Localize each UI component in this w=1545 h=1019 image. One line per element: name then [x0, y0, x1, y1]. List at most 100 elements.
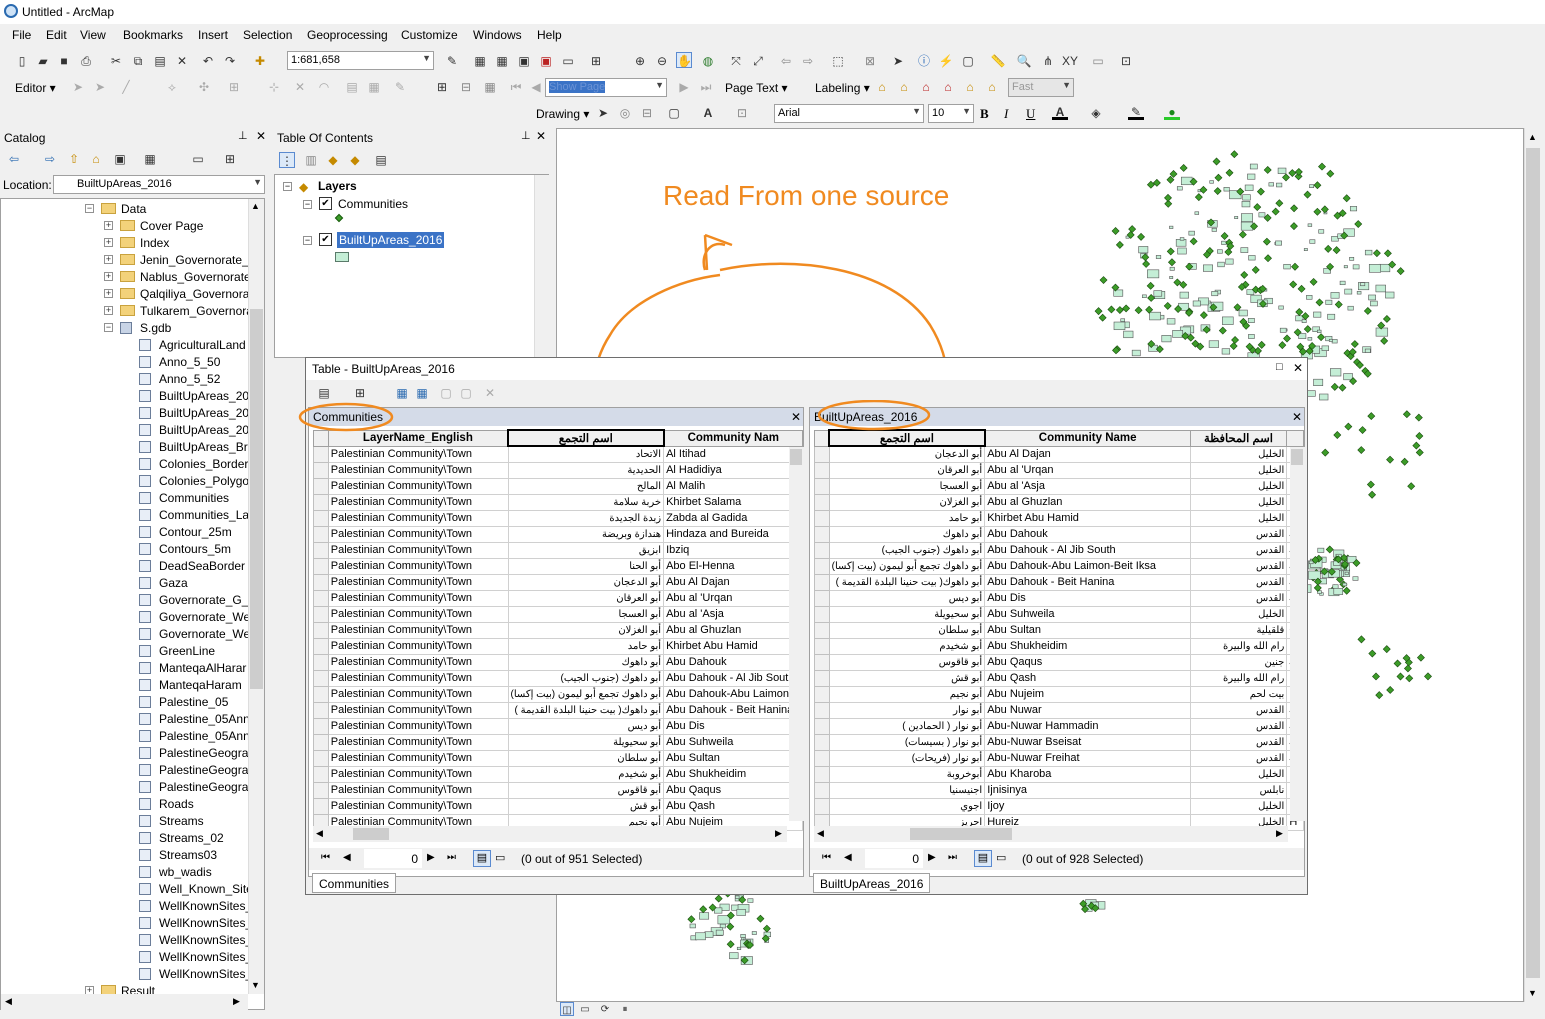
find-icon[interactable]: 🔍: [1016, 53, 1032, 69]
related-tables-icon[interactable]: ⊞: [352, 385, 368, 401]
close-icon[interactable]: ✕: [1292, 410, 1302, 424]
catalog-item[interactable]: Streams_02: [1, 830, 249, 847]
table-cell[interactable]: Abu Dahouk: [984, 525, 1191, 543]
row-selector[interactable]: [814, 541, 830, 559]
data-view-icon[interactable]: ◫: [560, 1002, 574, 1016]
scroll-thumb[interactable]: [353, 828, 389, 840]
editor-toolbar-icon[interactable]: ✎: [444, 53, 460, 69]
table-row[interactable]: Palestinian Community\Town أبو سحيويلة Abu…: [313, 733, 803, 751]
table-cell[interactable]: Abu al 'Asja: [984, 477, 1191, 495]
table-cell[interactable]: Palestinian Community\Town: [327, 605, 509, 623]
last-record-icon[interactable]: ⏭: [948, 852, 957, 863]
catalog-item[interactable]: PalestineGeograp: [1, 745, 255, 762]
table-row[interactable]: اجنيسنياIjnisinyaنابلسN: [814, 781, 1304, 799]
layout-pan-icon[interactable]: ⊞: [434, 79, 450, 95]
zoom-to-selected-icon[interactable]: ▢: [458, 385, 474, 401]
show-selected-records-icon[interactable]: ▭: [996, 851, 1006, 864]
table-row[interactable]: Palestinian Community\Town أبو داهوك تجمع…: [313, 685, 803, 703]
undo-icon[interactable]: ↶: [200, 53, 216, 69]
table-cell[interactable]: Zabda al Gadida: [663, 509, 803, 527]
list-by-selection-icon[interactable]: ◆: [347, 152, 363, 168]
collapse-icon[interactable]: −: [303, 200, 312, 209]
catalog-window-icon[interactable]: ▦: [494, 53, 510, 69]
expand-icon[interactable]: +: [104, 272, 113, 281]
find-route-icon[interactable]: ⋔: [1040, 53, 1056, 69]
grid-hscroll[interactable]: ◀ ▶: [814, 826, 1288, 842]
table-cell[interactable]: Palestinian Community\Town: [327, 749, 509, 767]
polygon-symbol-icon[interactable]: [335, 252, 349, 262]
row-selector[interactable]: [814, 557, 830, 575]
zoom-selected-icon[interactable]: ⊟: [639, 105, 655, 121]
row-selector[interactable]: [814, 653, 830, 671]
table-cell[interactable]: أبو ديس: [828, 589, 986, 607]
table-row[interactable]: أبو نجيمAbu Nujeimبيت لحمB: [814, 685, 1304, 703]
column-header[interactable]: Community Nam: [663, 429, 803, 447]
table-cell[interactable]: Palestinian Community\Town: [327, 557, 509, 575]
search-window-icon[interactable]: ▣: [516, 53, 532, 69]
table-cell[interactable]: بيت لحم: [1189, 685, 1288, 703]
edit-vertices-icon[interactable]: ⊡: [734, 105, 750, 121]
clear-selection-icon[interactable]: ▢: [438, 385, 454, 401]
row-selector[interactable]: [313, 733, 329, 751]
table-cell[interactable]: Abu Qaqus: [984, 653, 1191, 671]
table-row[interactable]: Palestinian Community\Town أبو حامد Khirbe…: [313, 637, 803, 655]
table-row[interactable]: أبو الدعجانAbu Al DajanالخليلH: [814, 445, 1304, 463]
table-cell[interactable]: Abu Dis: [984, 589, 1191, 607]
table-cell[interactable]: الخليل: [1189, 765, 1288, 783]
table-cell[interactable]: الحديدية: [507, 461, 665, 479]
text-tool-icon[interactable]: A: [700, 105, 716, 121]
table-cell[interactable]: القدس: [1189, 589, 1288, 607]
table-cell[interactable]: Abu Qaqus: [663, 781, 803, 799]
row-selector[interactable]: [814, 525, 830, 543]
table-cell[interactable]: رام الله والبيرة: [1189, 637, 1288, 655]
row-selector[interactable]: [313, 749, 329, 767]
close-icon[interactable]: ✕: [1293, 361, 1303, 375]
column-header[interactable]: اسم المحافظة: [1189, 429, 1288, 447]
table-cell[interactable]: أبوخروبة: [828, 765, 986, 783]
new-icon[interactable]: ▯: [14, 53, 30, 69]
table-cell[interactable]: أبو نوار ( بسيسات): [828, 733, 986, 751]
table-cell[interactable]: زبدة الجديدة: [507, 509, 665, 527]
table-cell[interactable]: Abu al 'Asja: [663, 605, 803, 623]
catalog-item[interactable]: Roads: [1, 796, 249, 813]
record-number-input[interactable]: 0: [865, 849, 923, 868]
table-cell[interactable]: الخليل: [1189, 605, 1288, 623]
table-cell[interactable]: Abu Al Dajan: [663, 573, 803, 591]
underline-button[interactable]: U: [1026, 106, 1035, 122]
column-header[interactable]: اسم التجمع: [828, 429, 986, 447]
next-page-icon[interactable]: ▶: [676, 79, 692, 95]
go-to-xy-icon[interactable]: XY: [1062, 53, 1078, 69]
table-cell[interactable]: أبو العسجا: [828, 477, 986, 495]
table-row[interactable]: أبو سحيويلةAbu SuhweilaالخليلH: [814, 605, 1304, 623]
menu-edit[interactable]: Edit: [46, 28, 67, 42]
table-cell[interactable]: القدس: [1189, 573, 1288, 591]
view-unplaced-icon[interactable]: ⌂: [940, 79, 956, 95]
table-row[interactable]: أبو داهوك (جنوب الجيب) Abu Dahouk - Al Ji…: [814, 541, 1304, 559]
row-selector[interactable]: [313, 557, 329, 575]
table-cell[interactable]: أبو الدعجان: [828, 445, 986, 463]
label-weights-icon[interactable]: ⌂: [918, 79, 934, 95]
last-record-icon[interactable]: ⏭: [447, 852, 456, 863]
scroll-thumb[interactable]: [1526, 148, 1540, 978]
table-cell[interactable]: ابزيق: [507, 541, 665, 559]
model-builder-icon[interactable]: ⊞: [588, 53, 604, 69]
row-selector[interactable]: [814, 685, 830, 703]
table-cell[interactable]: Al Hadidiya: [663, 461, 803, 479]
row-selector[interactable]: [814, 461, 830, 479]
placement-quality-icon[interactable]: ⌂: [984, 79, 1000, 95]
measure-icon[interactable]: 📏: [990, 53, 1006, 69]
catalog-item[interactable]: Well_Known_Site: [1, 881, 253, 898]
row-selector[interactable]: [814, 637, 830, 655]
row-selector[interactable]: [313, 461, 329, 479]
layout-table-icon[interactable]: ▦: [482, 79, 498, 95]
table-cell[interactable]: الاتحاد: [507, 445, 665, 463]
table-row[interactable]: Palestinian Community\Town الاتحاد Al Itih…: [313, 445, 803, 463]
scroll-left-icon[interactable]: ◀: [316, 828, 323, 839]
table-row[interactable]: أبو نوار (فريحات)Abu-Nuwar FreihatالقدسJ…: [814, 749, 1304, 767]
table-cell[interactable]: Palestinian Community\Town: [327, 669, 509, 687]
scroll-left-icon[interactable]: ◀: [817, 828, 824, 839]
page-text-menu[interactable]: Page Text ▾: [725, 81, 788, 95]
table-row[interactable]: Palestinian Community\Town أبو العسجا Abu …: [313, 605, 803, 623]
collapse-icon[interactable]: −: [283, 182, 292, 191]
catalog-item[interactable]: BuiltUpAreas_201: [1, 405, 256, 422]
